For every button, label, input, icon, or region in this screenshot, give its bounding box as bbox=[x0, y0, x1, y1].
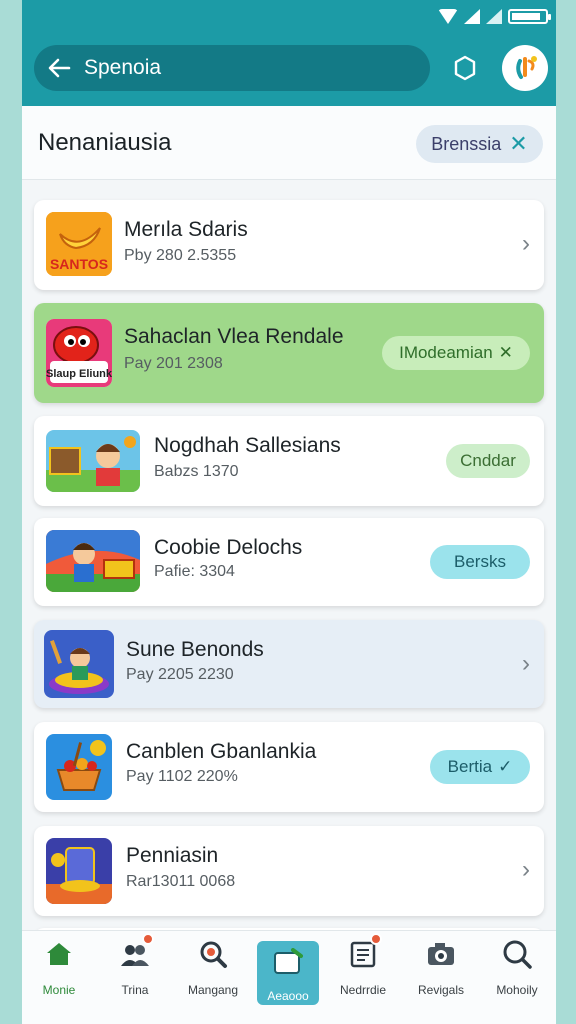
card-subtitle: Pay 201 2308 bbox=[124, 355, 223, 372]
list-item[interactable]: Nogdhah Sallesians Babzs 1370 Cnddar bbox=[34, 416, 544, 506]
moderation-button[interactable]: IModeamian ✕ bbox=[382, 336, 530, 370]
app-thumbnail: Slaup Eliunk bbox=[46, 319, 112, 387]
profile-avatar[interactable] bbox=[502, 45, 548, 91]
nav-label: Revigals bbox=[417, 983, 465, 997]
list-item[interactable]: SANTOS Merıla Sdaris Pby 280 2.5355 › bbox=[34, 200, 544, 290]
battery-icon bbox=[508, 9, 551, 24]
nav-label: Mangang bbox=[187, 983, 239, 997]
card-title: Canblen Gbanlankia bbox=[126, 740, 317, 763]
signal-icon bbox=[464, 9, 480, 24]
app-thumbnail bbox=[46, 430, 140, 492]
nav-item-search[interactable]: Mangang bbox=[182, 939, 244, 1005]
hexagon-icon[interactable] bbox=[450, 53, 480, 83]
list-item[interactable]: Canblen Gbanlankia Pay 1102 220% Bertia … bbox=[34, 722, 544, 812]
thumbnail-label: SANTOS bbox=[50, 256, 108, 272]
chevron-right-icon[interactable]: › bbox=[522, 856, 530, 884]
nav-label: Aeaooo bbox=[267, 989, 309, 1003]
card-title: Penniasin bbox=[126, 844, 219, 867]
pill-label: Bertia bbox=[447, 757, 493, 776]
bottom-navigation: Monie Trina Mangang Aeaooo Nedrrdie Revi… bbox=[22, 930, 556, 1024]
nav-label: Trina bbox=[121, 983, 149, 997]
magnifier-icon bbox=[502, 939, 532, 969]
wifi-icon bbox=[438, 9, 458, 24]
app-thumbnail bbox=[46, 838, 112, 904]
tablet-icon bbox=[273, 947, 303, 977]
nav-item-explore[interactable]: Mohoily bbox=[486, 939, 548, 1005]
card-title: Sahaclan Vlea Rendale bbox=[124, 325, 344, 348]
nav-item-documents[interactable]: Nedrrdie bbox=[332, 933, 394, 1005]
nav-item-users[interactable]: Trina bbox=[104, 933, 166, 1005]
status-bar bbox=[22, 0, 556, 36]
section-header: Nenaniausia Brenssia ✕ bbox=[22, 106, 556, 180]
notification-badge bbox=[142, 933, 154, 945]
card-subtitle: Pay 1102 220% bbox=[126, 768, 238, 785]
page-title: Nenaniausia bbox=[38, 129, 172, 156]
pill-label: Bersks bbox=[454, 552, 506, 571]
filter-chip[interactable]: Brenssia ✕ bbox=[416, 125, 543, 163]
nav-item-camera[interactable]: Revigals bbox=[410, 939, 472, 1005]
list-item[interactable]: Penniasin Rar13011 0068 › bbox=[34, 826, 544, 916]
document-icon bbox=[348, 933, 382, 969]
nav-label: Mohoily bbox=[496, 983, 538, 997]
card-subtitle: Pay 2205 2230 bbox=[126, 666, 234, 683]
app-thumbnail bbox=[44, 630, 114, 698]
card-title: Merıla Sdaris bbox=[124, 218, 248, 241]
back-arrow-icon[interactable] bbox=[34, 45, 84, 91]
card-subtitle: Pafie: 3304 bbox=[154, 563, 235, 580]
order-button[interactable]: Cnddar bbox=[446, 444, 530, 478]
camera-icon bbox=[426, 939, 456, 969]
nav-item-tablet[interactable]: Aeaooo bbox=[257, 941, 319, 1005]
users-icon bbox=[120, 933, 154, 969]
pill-label: Cnddar bbox=[460, 451, 516, 470]
search-bar[interactable]: Spenoia bbox=[34, 45, 430, 91]
chevron-right-icon[interactable]: › bbox=[522, 650, 530, 678]
app-thumbnail: SANTOS bbox=[46, 212, 112, 276]
card-title: Sune Benonds bbox=[126, 638, 264, 661]
card-subtitle: Rar13011 0068 bbox=[126, 873, 236, 890]
pill-label: IModeamian bbox=[399, 343, 493, 362]
card-title: Coobie Delochs bbox=[154, 536, 303, 559]
app-bar: Spenoia bbox=[22, 36, 556, 106]
thumbnail-label: Slaup Eliunk bbox=[46, 368, 112, 380]
list-item[interactable]: Sune Benonds Pay 2205 2230 › bbox=[34, 620, 544, 708]
confirm-button[interactable]: Bertia ✓ bbox=[430, 750, 530, 784]
close-icon[interactable]: ✕ bbox=[499, 343, 513, 363]
card-subtitle: Babzs 1370 bbox=[154, 463, 239, 480]
app-thumbnail bbox=[46, 734, 112, 800]
chevron-right-icon[interactable]: › bbox=[522, 230, 530, 258]
filter-chip-label: Brenssia bbox=[431, 133, 502, 154]
details-button[interactable]: Bersks bbox=[430, 545, 530, 579]
list-item[interactable]: Coobie Delochs Pafie: 3304 Bersks bbox=[34, 518, 544, 606]
nav-label: Nedrrdie bbox=[339, 983, 387, 997]
app-thumbnail bbox=[46, 530, 140, 592]
search-query[interactable]: Spenoia bbox=[84, 56, 161, 80]
search-icon bbox=[198, 939, 228, 969]
list-item[interactable]: Slaup Eliunk Sahaclan Vlea Rendale Pay 2… bbox=[34, 303, 544, 403]
notification-badge bbox=[370, 933, 382, 945]
card-title: Nogdhah Sallesians bbox=[154, 434, 341, 457]
nav-item-home[interactable]: Monie bbox=[28, 939, 90, 1005]
card-subtitle: Pby 280 2.5355 bbox=[124, 247, 237, 264]
check-icon: ✓ bbox=[498, 757, 513, 776]
close-icon[interactable]: ✕ bbox=[509, 133, 527, 155]
phone-screen: Spenoia Nenaniausia Brenssia ✕ SANTOS Me… bbox=[22, 0, 556, 1024]
signal-icon bbox=[486, 9, 502, 24]
nav-label: Monie bbox=[42, 983, 76, 997]
home-icon bbox=[44, 939, 74, 969]
